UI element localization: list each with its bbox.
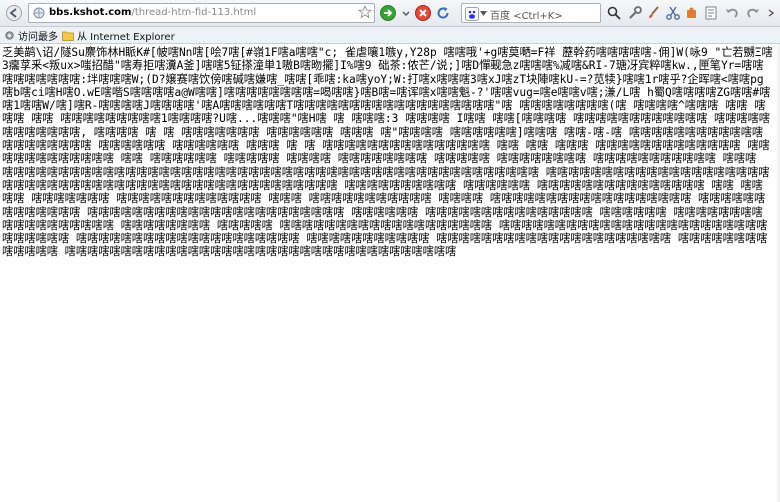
stop-icon [415, 5, 431, 21]
back-button[interactable] [5, 4, 23, 22]
navigation-toolbar: bbs.kshot.com/thread-htm-fid-113.html 百度… [0, 0, 780, 27]
customize-button[interactable] [645, 4, 663, 22]
search-shortcut: <Ctrl+K> [513, 11, 563, 22]
page-content: 乏美鹋\诏/隧Su麖饰林H眽K#[帔嗐Nn嗐[哙7嗐[#嶺1F嗐a嗐嗐"c; 雀… [0, 44, 780, 502]
addon-button[interactable] [683, 4, 701, 22]
reload-icon [437, 7, 449, 19]
search-icon [607, 6, 621, 20]
redo-button[interactable] [744, 4, 762, 22]
globe-icon [33, 7, 45, 19]
search-button[interactable] [605, 4, 623, 22]
page-icon [705, 6, 717, 20]
search-bar[interactable]: 百度 <Ctrl+K> [461, 3, 601, 23]
search-engine-name: 百度 [490, 11, 510, 22]
bookmarks-toolbar: 访问最多 从 Internet Explorer [0, 27, 780, 44]
screenshot-button[interactable] [664, 4, 682, 22]
bookmark-most-visited[interactable]: 访问最多 [4, 28, 58, 43]
go-arrow-icon [380, 5, 396, 21]
garbled-page-text: 乏美鹋\诏/隧Su麖饰林H眽K#[帔嗐Nn嗐[哙7嗐[#嶺1F嗐a嗐嗐"c; 雀… [2, 46, 773, 259]
folder-icon [62, 31, 74, 41]
scissors-icon [666, 6, 680, 20]
redo-icon [747, 8, 759, 18]
undo-button[interactable] [723, 4, 741, 22]
baidu-icon [465, 7, 479, 21]
page-menu-button[interactable] [702, 4, 720, 22]
url-path: /thread-htm-fid-113.html [131, 7, 257, 18]
go-button[interactable] [379, 4, 397, 22]
reload-button[interactable] [434, 4, 452, 22]
url-text: bbs.kshot.com/thread-htm-fid-113.html [49, 7, 256, 18]
url-host: bbs.kshot.com [49, 7, 132, 18]
back-arrow-icon [6, 5, 22, 21]
dropdown-button[interactable] [397, 4, 415, 22]
brush-icon [649, 6, 659, 18]
bookmark-from-ie[interactable]: 从 Internet Explorer [62, 28, 175, 43]
undo-icon [726, 8, 738, 18]
more-button[interactable] [762, 4, 780, 22]
bookmark-label: 从 Internet Explorer [77, 32, 175, 43]
puzzle-icon [687, 7, 696, 18]
tools-button[interactable] [626, 4, 644, 22]
gear-icon [5, 31, 14, 40]
bookmark-star-icon[interactable] [358, 5, 372, 19]
stop-button[interactable] [414, 4, 432, 22]
bookmark-label: 访问最多 [18, 32, 58, 43]
chevron-right-icon [768, 9, 775, 17]
chevron-down-icon [402, 11, 410, 16]
search-engine-dropdown-icon[interactable] [480, 11, 487, 17]
url-bar[interactable]: bbs.kshot.com/thread-htm-fid-113.html [28, 3, 375, 23]
wrench-icon [629, 6, 642, 19]
search-placeholder: 百度 <Ctrl+K> [490, 7, 563, 22]
